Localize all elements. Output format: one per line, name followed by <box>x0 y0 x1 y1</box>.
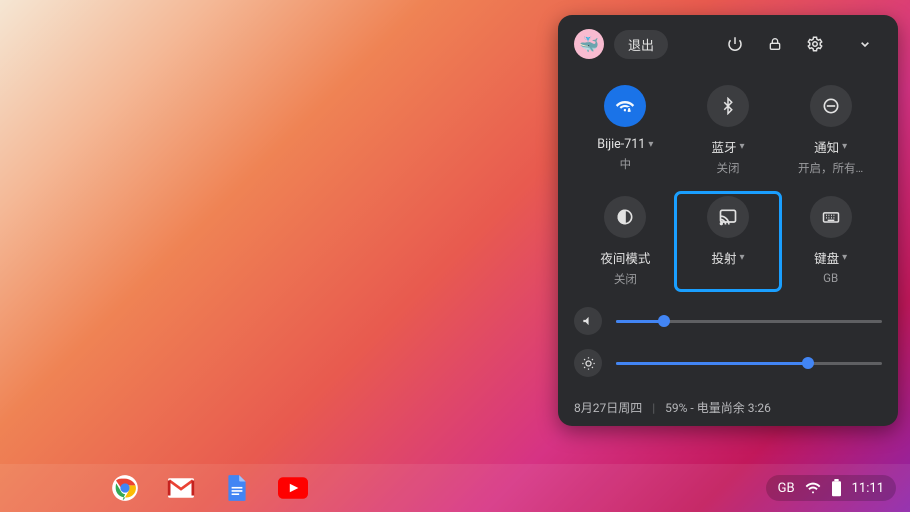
chevron-down-icon: ▾ <box>739 252 744 263</box>
power-button[interactable] <box>718 27 752 61</box>
tile-status: GB <box>823 271 838 285</box>
chevron-down-icon: ▾ <box>842 141 847 152</box>
shelf-apps <box>110 473 308 503</box>
tile-wifi[interactable]: Bijie-711▾ 中 <box>574 83 677 178</box>
app-docs[interactable] <box>222 473 252 503</box>
avatar[interactable]: 🐳 <box>574 29 604 59</box>
panel-date: 8月27日周四 <box>574 399 642 416</box>
settings-button[interactable] <box>798 27 832 61</box>
cast-icon <box>707 196 749 238</box>
panel-footer: 8月27日周四 | 59% - 电量尚余 3:26 <box>574 391 882 416</box>
app-gmail[interactable] <box>166 473 196 503</box>
tile-bluetooth[interactable]: 蓝牙▾ 关闭 <box>677 83 780 178</box>
dnd-icon <box>810 85 852 127</box>
youtube-icon <box>278 477 308 499</box>
signout-button[interactable]: 退出 <box>614 30 668 59</box>
tile-nightlight[interactable]: 夜间模式 关闭 <box>574 194 677 289</box>
shelf: GB 11:11 <box>0 464 910 512</box>
gmail-icon <box>167 477 195 499</box>
lock-icon <box>767 36 783 52</box>
tile-label: 蓝牙▾ <box>711 137 744 156</box>
tile-label: 通知▾ <box>814 137 847 156</box>
app-youtube[interactable] <box>278 473 308 503</box>
tile-status: 关闭 <box>716 160 739 176</box>
tile-notifications[interactable]: 通知▾ 开启，所有… <box>779 83 882 178</box>
separator: | <box>652 401 655 415</box>
volume-row <box>574 307 882 335</box>
chevron-down-icon: ▾ <box>842 252 847 263</box>
brightness-slider[interactable] <box>616 362 882 365</box>
collapse-button[interactable] <box>848 27 882 61</box>
tile-status: 关闭 <box>614 271 637 287</box>
battery-status-icon <box>831 479 842 497</box>
tile-label: 键盘▾ <box>814 248 847 267</box>
tile-keyboard[interactable]: 键盘▾ GB <box>779 194 882 289</box>
lock-button[interactable] <box>758 27 792 61</box>
tile-status: 开启，所有… <box>798 160 863 176</box>
wifi-icon <box>604 85 646 127</box>
panel-header: 🐳 退出 <box>574 27 882 61</box>
volume-slider[interactable] <box>616 320 882 323</box>
tile-label: 夜间模式 <box>600 248 650 267</box>
tile-label: 投射▾ <box>711 248 744 267</box>
tile-cast[interactable]: 投射▾ <box>677 194 780 289</box>
settings-tiles: Bijie-711▾ 中 蓝牙▾ 关闭 通知▾ 开启，所有… 夜间模式 关闭 <box>574 83 882 289</box>
chrome-icon <box>111 474 139 502</box>
status-clock: 11:11 <box>852 481 884 496</box>
status-area[interactable]: GB 11:11 <box>766 475 896 501</box>
tile-status: 中 <box>620 156 632 172</box>
status-ime: GB <box>778 481 795 496</box>
chevron-down-icon: ▾ <box>739 141 744 152</box>
docs-icon <box>226 474 248 502</box>
bluetooth-icon <box>707 85 749 127</box>
brightness-icon[interactable] <box>574 349 602 377</box>
quick-settings-panel: 🐳 退出 Bijie-711▾ 中 <box>558 15 898 426</box>
keyboard-icon <box>810 196 852 238</box>
sliders <box>574 307 882 377</box>
tile-label: Bijie-711▾ <box>597 137 653 152</box>
chevron-down-icon: ▾ <box>648 139 653 150</box>
nightlight-icon <box>604 196 646 238</box>
wifi-status-icon <box>805 481 821 495</box>
chevron-down-icon <box>857 36 873 52</box>
panel-battery: 59% - 电量尚余 3:26 <box>665 399 771 416</box>
gear-icon <box>806 35 824 53</box>
app-chrome[interactable] <box>110 473 140 503</box>
volume-icon[interactable] <box>574 307 602 335</box>
brightness-row <box>574 349 882 377</box>
power-icon <box>726 35 744 53</box>
